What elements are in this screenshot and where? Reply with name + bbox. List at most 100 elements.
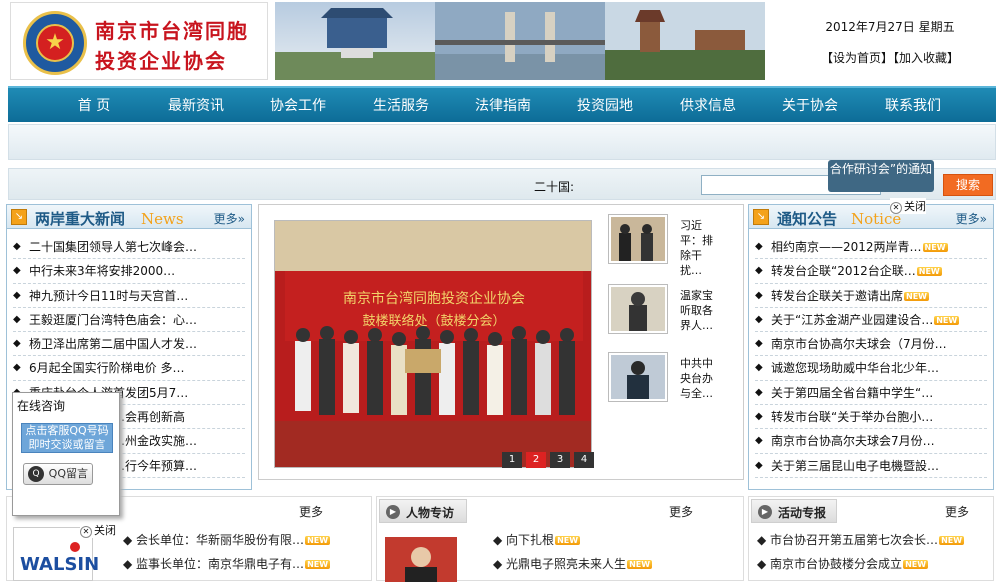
new-badge: NEW xyxy=(939,536,965,545)
nav-item-news[interactable]: 最新资讯 xyxy=(148,88,244,124)
news-panel-title-en: News xyxy=(141,210,184,228)
consult-title: 在线咨询 xyxy=(17,399,66,413)
list-item[interactable]: ◆ 南京市台协鼓楼分会成立 NEW xyxy=(757,555,929,572)
list-item[interactable]: 王毅逛厦门台湾特色庙会：心… xyxy=(13,308,245,333)
set-home-link[interactable]: 【设为首页】 xyxy=(821,51,893,65)
org-name-line2: 投资企业协会 xyxy=(95,49,227,73)
thumb-caption[interactable]: 中共中央台办与全… xyxy=(680,356,720,401)
list-item[interactable]: 中行未来3年将安排2000… xyxy=(13,259,245,284)
news-thumb[interactable] xyxy=(608,214,668,264)
events-title: 活动专报 xyxy=(778,506,827,520)
news-panel-title: 两岸重大新闻 xyxy=(35,210,126,228)
list-item[interactable]: 关于第四届全省台籍中学生“… xyxy=(755,381,987,406)
nav-item-supply[interactable]: 供求信息 xyxy=(660,88,756,124)
thumb-caption[interactable]: 习近平：排除干扰… xyxy=(680,218,720,278)
nav-item-life[interactable]: 生活服务 xyxy=(353,88,449,124)
list-item[interactable]: ◆ 会长单位：华新丽华股份有限… NEW xyxy=(123,531,331,548)
notice-panel-header: ↘ 通知公告 Notice 更多» xyxy=(749,205,993,229)
interview-more-link[interactable]: 更多 xyxy=(669,503,693,520)
list-item[interactable]: 相约南京——2012两岸青…NEW xyxy=(755,235,987,260)
list-item[interactable]: 南京市台协高尔夫球会（7月份… xyxy=(755,332,987,357)
interview-header: ▶ 人物专访 xyxy=(379,499,467,523)
events-header: ▶ 活动专报 xyxy=(751,499,837,523)
featured-photo[interactable]: 南京市台湾同胞投资企业协会 鼓楼联络处（鼓楼分会） xyxy=(274,220,592,468)
list-item[interactable]: ◆ 光鼎电子照亮未来人生 NEW xyxy=(493,555,653,572)
date-box: 2012年7月27日 星期五 【设为首页】【加入收藏】 xyxy=(790,18,990,66)
star-icon: ★ xyxy=(36,24,74,62)
list-item[interactable]: 关于“江苏金湖产业园建设合…NEW xyxy=(755,308,987,333)
new-badge: NEW xyxy=(904,291,929,301)
site-logo[interactable]: ★ 南京市台湾同胞 投资企业协会 xyxy=(10,2,268,80)
list-item[interactable]: 杨卫泽出席第二届中国人才发… xyxy=(13,332,245,357)
notice-list: 相约南京——2012两岸青…NEW 转发台企联“2012台企联…NEW 转发台企… xyxy=(755,235,987,478)
org-name-line1: 南京市台湾同胞 xyxy=(95,19,249,43)
nav-item-contact[interactable]: 联系我们 xyxy=(865,88,961,124)
floating-notice-close[interactable]: ✕ 关闭 xyxy=(890,198,926,214)
list-item[interactable]: 二十国集团领导人第七次峰会… xyxy=(13,235,245,260)
search-button[interactable]: 搜索 xyxy=(943,174,993,196)
photo-banner-line2: 鼓楼联络处（鼓楼分会） xyxy=(362,313,505,329)
interview-title: 人物专访 xyxy=(406,506,455,520)
list-item[interactable]: ◆ 市台协召开第五届第七次会长… NEW xyxy=(757,531,965,548)
search-label: 二十国: xyxy=(534,180,575,194)
new-badge: NEW xyxy=(627,560,653,569)
arrow-icon: ▶ xyxy=(758,505,772,519)
close-icon: ✕ xyxy=(80,526,92,538)
new-badge: NEW xyxy=(916,267,942,277)
slide-page-3[interactable]: 3 xyxy=(550,452,570,468)
bottom-col-events: ▶ 活动专报 更多 ◆ 市台协召开第五届第七次会长… NEW ◆ 南京市台协鼓楼分… xyxy=(748,496,994,581)
emblem-icon: ★ xyxy=(23,11,87,75)
header-banner-image xyxy=(275,2,765,80)
members-close[interactable]: ✕ 关闭 xyxy=(80,522,116,538)
qq-penguin-icon: Q xyxy=(28,466,44,482)
new-badge: NEW xyxy=(922,243,948,252)
news-panel-header: ↘ 两岸重大新闻 News 更多» xyxy=(7,205,251,229)
new-badge: NEW xyxy=(555,536,581,545)
sub-nav-bar xyxy=(8,124,996,160)
list-item[interactable]: ◆ 向下扎根 NEW xyxy=(493,531,581,548)
list-item[interactable]: 南京市台协高尔夫球会7月份… xyxy=(755,429,987,454)
interview-photo[interactable] xyxy=(385,537,457,582)
arrow-icon: ↘ xyxy=(11,209,27,225)
bottom-col-interview: ▶ 人物专访 更多 ◆ 向下扎根 NEW ◆ 光鼎电子照亮未来人生 NEW xyxy=(376,496,744,582)
notice-panel-title: 通知公告 xyxy=(777,210,838,228)
new-badge: NEW xyxy=(305,536,331,545)
new-badge: NEW xyxy=(305,560,331,569)
logo-dot-icon xyxy=(70,542,80,552)
list-item[interactable]: 神九预计今日11时与天宫首… xyxy=(13,284,245,308)
online-consult-widget: 在线咨询 点击客服QQ号码即时交谈或留言 Q QQ留言 xyxy=(12,392,120,516)
slide-page-1[interactable]: 1 xyxy=(502,452,522,468)
nav-item-work[interactable]: 协会工作 xyxy=(250,88,346,124)
arrow-icon: ▶ xyxy=(386,505,400,519)
list-item[interactable]: ◆ 监事长单位：南京华鼎电子有… NEW xyxy=(123,555,331,572)
nav-item-invest[interactable]: 投资园地 xyxy=(557,88,653,124)
news-thumb[interactable] xyxy=(608,284,668,334)
news-more-link[interactable]: 更多» xyxy=(214,210,245,227)
thumb-caption[interactable]: 温家宝听取各界人… xyxy=(680,288,720,333)
current-date: 2012年7月27日 星期五 xyxy=(825,20,955,34)
close-icon: ✕ xyxy=(890,202,902,214)
consult-qq-button[interactable]: 点击客服QQ号码即时交谈或留言 xyxy=(21,423,113,453)
list-item[interactable]: 转发市台联“关于举办台胞小… xyxy=(755,405,987,430)
members-more-link[interactable]: 更多 xyxy=(299,503,323,520)
list-item[interactable]: 转发台企联关于邀请出席NEW xyxy=(755,284,987,308)
qq-message-button[interactable]: Q QQ留言 xyxy=(23,463,93,485)
list-item[interactable]: 转发台企联“2012台企联…NEW xyxy=(755,259,987,284)
notice-more-link[interactable]: 更多» xyxy=(956,210,987,227)
list-item[interactable]: 关于第三届昆山电子电機暨設… xyxy=(755,454,987,478)
list-item[interactable]: 6月起全国实行阶梯电价 多… xyxy=(13,356,245,381)
nav-item-about[interactable]: 关于协会 xyxy=(762,88,858,124)
list-item[interactable]: 诚邀您现场助威中华台北少年… xyxy=(755,356,987,381)
new-badge: NEW xyxy=(903,560,929,569)
add-favorite-link[interactable]: 【加入收藏】 xyxy=(893,51,959,65)
nav-item-law[interactable]: 法律指南 xyxy=(455,88,551,124)
nav-item-home[interactable]: 首 页 xyxy=(46,88,142,124)
news-thumb[interactable] xyxy=(608,352,668,402)
slide-page-2[interactable]: 2 xyxy=(526,452,546,468)
slide-page-4[interactable]: 4 xyxy=(574,452,594,468)
notice-panel: ↘ 通知公告 Notice 更多» 相约南京——2012两岸青…NEW 转发台企… xyxy=(748,204,994,490)
events-more-link[interactable]: 更多 xyxy=(945,503,969,520)
main-nav: 首 页 最新资讯 协会工作 生活服务 法律指南 投资园地 供求信息 关于协会 联… xyxy=(8,86,996,122)
floating-notice[interactable]: 合作研讨会”的通知 xyxy=(828,160,934,192)
arrow-icon: ↘ xyxy=(753,209,769,225)
